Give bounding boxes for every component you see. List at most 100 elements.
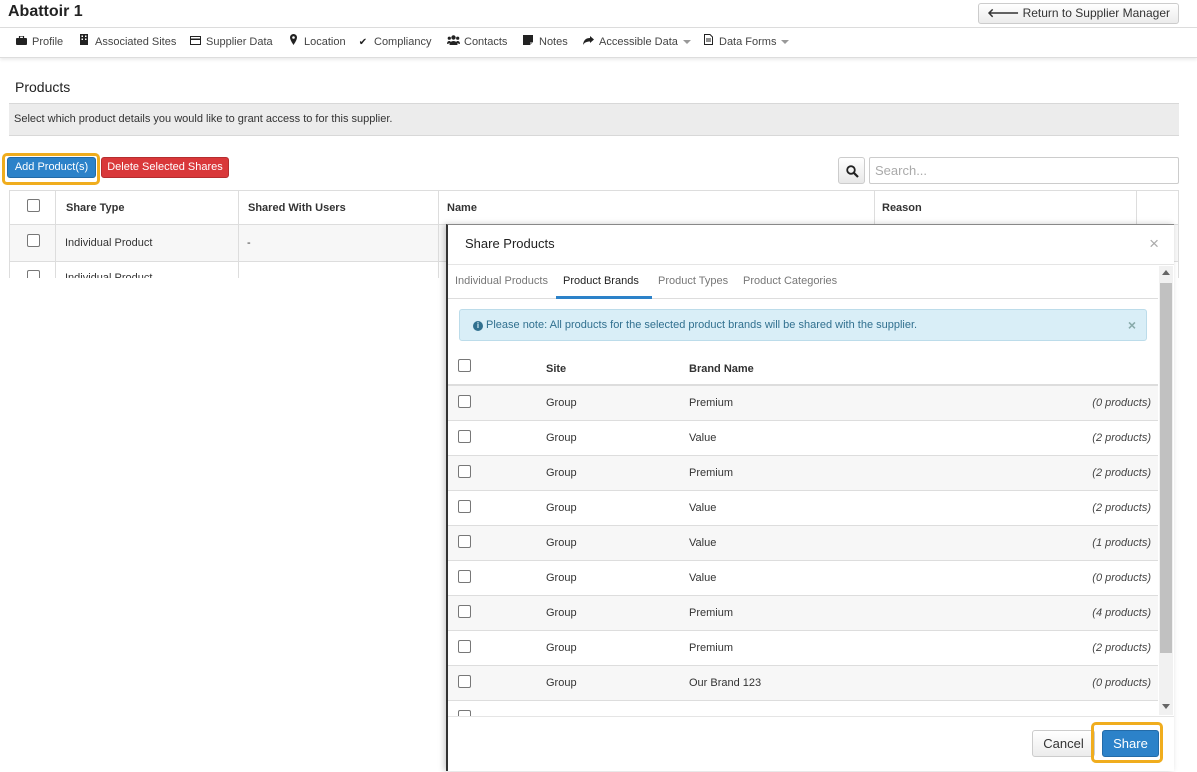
brand-cell: Premium — [689, 642, 734, 654]
nav-profile[interactable]: Profile — [15, 28, 63, 56]
table-row[interactable]: Group Value (2 products) — [448, 421, 1158, 456]
table-row[interactable] — [448, 701, 1158, 716]
row-checkbox[interactable] — [27, 270, 40, 278]
nav-data-forms[interactable]: Data Forms — [702, 28, 790, 56]
brand-cell: Premium — [689, 397, 734, 409]
select-all-brands-checkbox[interactable] — [458, 359, 471, 372]
nav-compliancy[interactable]: ✔ Compliancy — [357, 28, 432, 56]
column-reason: Reason — [882, 202, 922, 214]
table-row[interactable]: Group Value (0 products) — [448, 561, 1158, 596]
product-count: (0 products) — [1092, 572, 1151, 584]
product-count: (2 products) — [1092, 467, 1151, 479]
site-cell: Group — [546, 502, 577, 514]
column-site: Site — [546, 363, 567, 375]
chevron-down-icon — [682, 40, 691, 45]
add-products-button[interactable]: Add Product(s) — [7, 157, 96, 178]
site-cell: Group — [546, 607, 577, 619]
site-cell: Group — [546, 537, 577, 549]
scroll-up-icon[interactable] — [1162, 270, 1170, 275]
shared-with-cell: - — [247, 237, 251, 249]
col-divider — [55, 190, 56, 278]
share-products-modal: Share Products × Individual Products Pro… — [446, 224, 1174, 771]
title-bar: Abattoir 1 🡐 Return to Supplier Manager — [0, 0, 1197, 28]
scroll-thumb[interactable] — [1160, 283, 1172, 653]
arrow-left-icon: 🡐 — [987, 6, 1023, 20]
delete-selected-shares-button[interactable]: Delete Selected Shares — [101, 157, 229, 178]
nav-supplier-data[interactable]: Supplier Data — [189, 28, 273, 56]
map-marker-icon — [287, 29, 299, 57]
alert-close-icon[interactable]: × — [1128, 310, 1136, 340]
tab-product-categories[interactable]: Product Categories — [743, 275, 837, 287]
site-cell: Group — [546, 397, 577, 409]
chevron-down-icon — [781, 40, 790, 45]
products-heading: Products — [15, 79, 71, 95]
row-checkbox[interactable] — [458, 500, 471, 513]
nav-associated-sites[interactable]: Associated Sites — [78, 28, 176, 56]
site-cell: Group — [546, 677, 577, 689]
product-count: (2 products) — [1092, 502, 1151, 514]
table-row[interactable]: Group Value (2 products) — [448, 491, 1158, 526]
nav-associated-sites-label: Associated Sites — [95, 36, 177, 48]
scroll-down-icon[interactable] — [1162, 704, 1170, 709]
users-icon — [447, 29, 460, 57]
brand-cell: Premium — [689, 607, 734, 619]
tab-individual-products[interactable]: Individual Products — [455, 275, 548, 287]
note-icon — [522, 29, 534, 57]
row-checkbox[interactable] — [458, 430, 471, 443]
brand-cell: Value — [689, 502, 717, 514]
return-to-supplier-manager-button[interactable]: 🡐 Return to Supplier Manager — [978, 3, 1179, 24]
row-checkbox[interactable] — [458, 465, 471, 478]
search-input[interactable] — [869, 157, 1179, 184]
info-icon: i — [473, 321, 483, 331]
site-cell: Group — [546, 432, 577, 444]
cancel-button[interactable]: Cancel — [1032, 730, 1095, 757]
table-row[interactable]: Group Premium (2 products) — [448, 456, 1158, 491]
row-checkbox[interactable] — [458, 570, 471, 583]
tab-product-brands[interactable]: Product Brands — [563, 275, 639, 287]
select-all-checkbox[interactable] — [27, 199, 40, 212]
row-checkbox[interactable] — [27, 234, 40, 247]
product-count: (0 products) — [1092, 397, 1151, 409]
table-row[interactable]: Group Premium (4 products) — [448, 596, 1158, 631]
product-count: (4 products) — [1092, 607, 1151, 619]
search-icon — [846, 165, 859, 178]
share-button[interactable]: Share — [1102, 730, 1159, 757]
nav-accessible-data[interactable]: Accessible Data — [582, 28, 691, 56]
nav-contacts[interactable]: Contacts — [447, 28, 507, 56]
brand-cell: Premium — [689, 467, 734, 479]
product-count: (1 products) — [1092, 537, 1151, 549]
row-checkbox[interactable] — [458, 675, 471, 688]
nav-profile-label: Profile — [32, 36, 64, 48]
row-checkbox[interactable] — [458, 640, 471, 653]
products-table-header: Share Type Shared With Users Name Reason — [10, 190, 1178, 225]
brand-cell: Our Brand 123 — [689, 677, 762, 689]
row-checkbox[interactable] — [458, 395, 471, 408]
column-brand-name: Brand Name — [689, 363, 754, 375]
card-icon — [189, 29, 201, 57]
brand-cell: Value — [689, 432, 717, 444]
row-checkbox[interactable] — [458, 605, 471, 618]
share-type-cell: Individual Product — [65, 237, 153, 249]
close-icon[interactable]: × — [1149, 234, 1159, 254]
table-row[interactable]: Group Premium (2 products) — [448, 631, 1158, 666]
nav-contacts-label: Contacts — [464, 36, 508, 48]
row-checkbox[interactable] — [458, 535, 471, 548]
modal-scrollbar[interactable] — [1159, 266, 1173, 715]
briefcase-icon — [15, 29, 27, 57]
building-icon — [78, 29, 90, 57]
nav-location[interactable]: Location — [287, 28, 346, 56]
share-icon — [582, 29, 594, 57]
alert-text: Please note: All products for the select… — [486, 319, 918, 331]
column-shared-with-users: Shared With Users — [248, 202, 346, 214]
column-share-type: Share Type — [66, 202, 125, 214]
nav-notes[interactable]: Notes — [522, 28, 568, 56]
table-row[interactable]: Group Premium (0 products) — [448, 386, 1158, 421]
table-row[interactable]: Group Our Brand 123 (0 products) — [448, 666, 1158, 701]
search-button[interactable] — [838, 157, 865, 184]
brands-table-header: Site Brand Name — [448, 350, 1158, 386]
table-row[interactable]: Group Value (1 products) — [448, 526, 1158, 561]
nav-compliancy-label: Compliancy — [374, 36, 432, 48]
return-label: Return to Supplier Manager — [1022, 6, 1170, 20]
modal-title: Share Products — [465, 236, 555, 251]
tab-product-types[interactable]: Product Types — [658, 275, 728, 287]
